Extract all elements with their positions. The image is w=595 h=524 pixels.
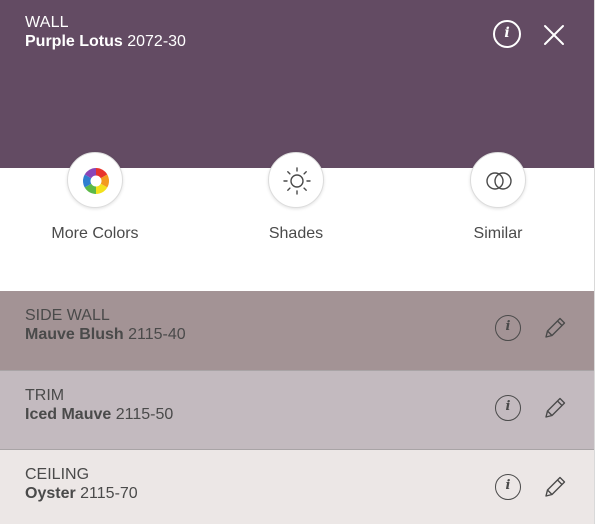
wall-color-title: Purple Lotus	[25, 33, 123, 50]
color-code: 2115-70	[80, 485, 138, 502]
overlapping-circles-icon	[486, 172, 512, 190]
sun-icon	[283, 167, 311, 195]
wall-color-header: WALL Purple Lotus 2072-30 i	[0, 0, 594, 168]
similar-button[interactable]: Similar	[428, 152, 568, 262]
wall-color-name: Purple Lotus 2072-30	[25, 32, 186, 51]
more-colors-circle	[67, 152, 123, 208]
pencil-icon[interactable]	[542, 315, 568, 341]
shades-circle	[268, 152, 324, 208]
similar-label: Similar	[473, 225, 523, 242]
wall-surface-label: WALL	[25, 14, 69, 31]
color-details-panel: WALL Purple Lotus 2072-30 i More Colors …	[0, 0, 594, 524]
pencil-icon[interactable]	[542, 474, 568, 500]
close-icon[interactable]	[542, 23, 566, 47]
surface-row-side-wall[interactable]: SIDE WALL Mauve Blush 2115-40 i	[0, 291, 594, 370]
surface-row-ceiling[interactable]: CEILING Oyster 2115-70 i	[0, 450, 594, 524]
color-title: Iced Mauve	[25, 406, 112, 423]
more-colors-label: More Colors	[51, 225, 139, 242]
info-icon[interactable]: i	[493, 20, 521, 48]
color-actions: More Colors Shades Similar	[0, 152, 594, 291]
color-title: Mauve Blush	[25, 326, 124, 343]
color-name-line: Oyster 2115-70	[25, 484, 138, 503]
shades-button[interactable]: Shades	[226, 152, 366, 262]
info-icon[interactable]: i	[495, 395, 521, 421]
info-icon[interactable]: i	[495, 315, 521, 341]
wall-color-code: 2072-30	[127, 33, 186, 50]
more-colors-button[interactable]: More Colors	[25, 152, 165, 262]
color-title: Oyster	[25, 485, 76, 502]
pencil-icon[interactable]	[542, 395, 568, 421]
color-name-line: Iced Mauve 2115-50	[25, 405, 173, 424]
surface-label: CEILING	[25, 466, 90, 483]
color-wheel-icon	[82, 168, 110, 194]
info-icon[interactable]: i	[495, 474, 521, 500]
surface-label: SIDE WALL	[25, 307, 110, 324]
surface-label: TRIM	[25, 387, 65, 404]
surface-row-trim[interactable]: TRIM Iced Mauve 2115-50 i	[0, 371, 594, 450]
similar-circle	[470, 152, 526, 208]
color-code: 2115-50	[115, 406, 174, 423]
color-code: 2115-40	[128, 326, 186, 343]
color-name-line: Mauve Blush 2115-40	[25, 325, 186, 344]
shades-label: Shades	[268, 225, 324, 242]
